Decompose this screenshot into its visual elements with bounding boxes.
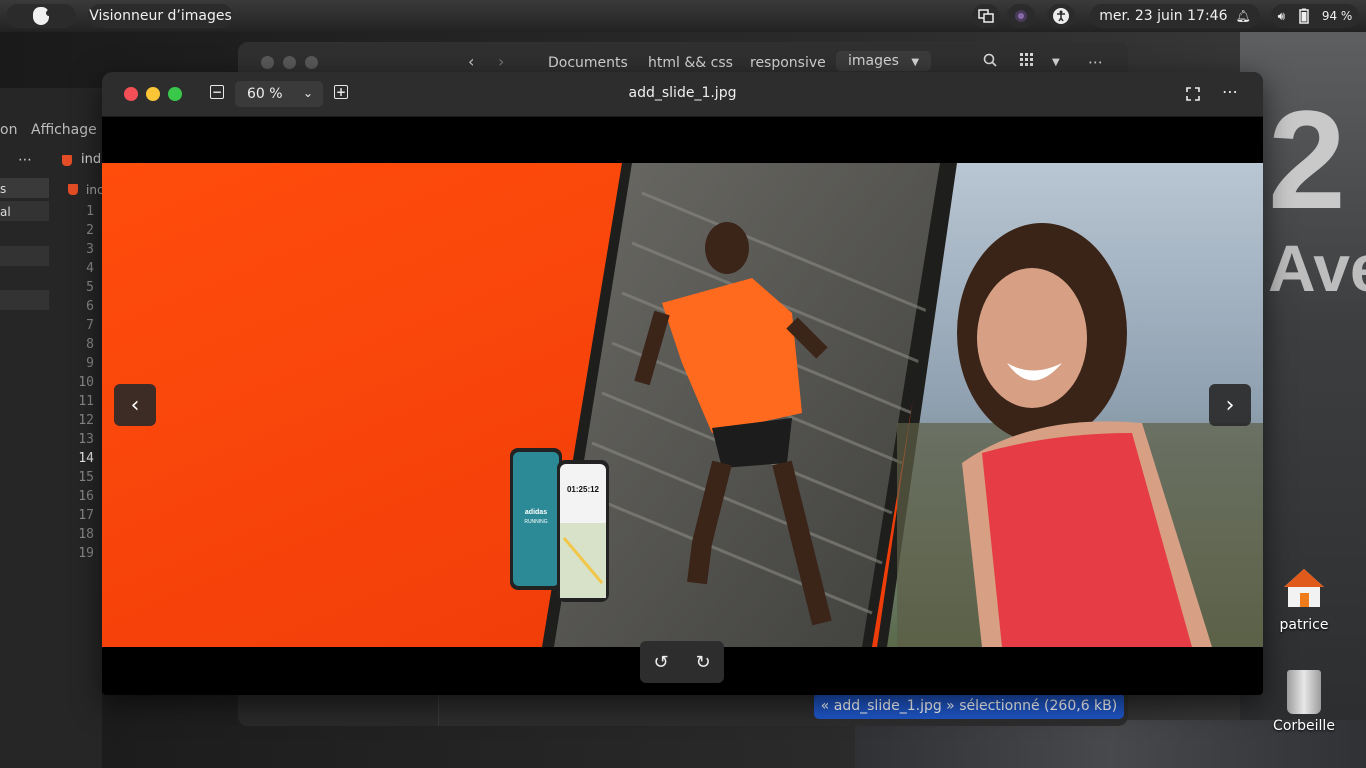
breadcrumb-documents[interactable]: Documents [548, 55, 628, 71]
line-number: 16 [78, 489, 94, 504]
battery-icon [1298, 8, 1309, 24]
line-number-current: 14 [78, 451, 94, 466]
sign-number: 2 [1268, 81, 1346, 238]
line-number: 4 [86, 261, 94, 276]
rotate-left-icon[interactable]: ↺ [653, 652, 668, 673]
line-number: 10 [78, 375, 94, 390]
home-icon [1284, 569, 1324, 607]
home-label: patrice [1279, 617, 1329, 633]
volume-icon: 🔊︎ [1277, 8, 1286, 23]
battery-percent: 94 % [1321, 9, 1353, 23]
editor-side-row-selected[interactable]: s [0, 178, 49, 198]
app-menu-button[interactable]: Visionneur d’images [88, 4, 233, 28]
editor-side-row-2: al [0, 205, 11, 219]
phone-sub-text: RUNNING [524, 519, 548, 525]
sign-text: Ave [1268, 231, 1366, 305]
line-number: 17 [78, 508, 94, 523]
line-number: 11 [78, 394, 94, 409]
line-number: 8 [86, 337, 94, 352]
line-number: 19 [78, 546, 94, 561]
breadcrumb-responsive[interactable]: responsive [750, 55, 826, 71]
breadcrumb-html-css[interactable]: html && css [648, 55, 733, 71]
phone-brand-text: adidas [524, 509, 548, 516]
bell-icon: 🔔︎ [1235, 9, 1251, 23]
screen-icon [978, 9, 994, 23]
clock-button[interactable]: mer. 23 juin 17:46 🔔︎ [1090, 4, 1260, 28]
line-number: 1 [86, 204, 94, 219]
search-icon[interactable] [983, 53, 997, 71]
editor-menu-affichage[interactable]: Affichage [31, 122, 97, 138]
text-editor-window: on Affichage ⋯ ind s al inc 1 2 3 4 5 6 … [0, 88, 104, 768]
editor-menu-partial[interactable]: on [0, 122, 17, 138]
trash-icon [1287, 670, 1321, 714]
view-options-chevron-icon[interactable]: ▼ [1052, 57, 1060, 68]
system-status-menu[interactable]: 🔊︎ 94 % [1271, 4, 1359, 28]
apple-icon [33, 7, 52, 25]
rotate-toolbar: ↺ ↻ [640, 641, 724, 683]
top-bar: Visionneur d’images mer. 23 juin 17:46 🔔… [0, 0, 1366, 32]
phone-time-text: 01:25:12 [566, 485, 600, 494]
html-file-icon [68, 184, 78, 195]
displayed-image: adidas RUNNING 01:25:12 [102, 163, 1263, 647]
home-folder-desktop-icon[interactable]: patrice [1264, 567, 1344, 633]
line-number: 2 [86, 223, 94, 238]
image-viewer-window: − 60 % ⌄ + add_slide_1.jpg ⋯ adidas RUNN… [102, 72, 1263, 695]
image-content [102, 163, 1263, 647]
editor-side-row-1: s [0, 182, 7, 196]
trash-desktop-icon[interactable]: Corbeille [1264, 670, 1344, 734]
viewer-menu-icon[interactable]: ⋯ [1222, 82, 1238, 101]
fm-close-button[interactable] [261, 56, 274, 69]
line-number: 3 [86, 242, 94, 257]
forward-icon[interactable]: › [498, 52, 504, 71]
editor-tab[interactable]: ind [81, 152, 101, 167]
html-file-icon [62, 155, 72, 166]
line-number: 6 [86, 299, 94, 314]
editor-file-name: inc [86, 183, 104, 197]
breadcrumb-images-label: images [848, 53, 899, 69]
viewer-header: − 60 % ⌄ + add_slide_1.jpg ⋯ [102, 72, 1263, 117]
rotate-right-icon[interactable]: ↻ [695, 652, 710, 673]
previous-image-button[interactable]: ‹ [114, 384, 156, 426]
breadcrumb-images[interactable]: images ▼ [836, 51, 932, 71]
back-icon[interactable]: ‹ [468, 52, 474, 71]
line-number: 18 [78, 527, 94, 542]
record-icon [1015, 10, 1027, 22]
line-number: 15 [78, 470, 94, 485]
clock-text: mer. 23 juin 17:46 [1099, 8, 1228, 24]
accessibility-button[interactable] [1047, 4, 1075, 28]
fullscreen-icon[interactable] [1186, 87, 1200, 101]
line-number: 13 [78, 432, 94, 447]
grid-view-icon[interactable] [1020, 53, 1034, 71]
line-number: 9 [86, 356, 94, 371]
editor-side-row-blank-2[interactable] [0, 290, 49, 310]
next-image-button[interactable]: › [1209, 384, 1251, 426]
chevron-down-icon: ▼ [911, 57, 920, 68]
fm-menu-icon[interactable]: ⋯ [1088, 53, 1103, 71]
activities-button[interactable] [6, 4, 76, 28]
record-indicator[interactable] [1007, 4, 1035, 28]
editor-more-icon[interactable]: ⋯ [18, 152, 32, 168]
fm-minimize-button[interactable] [283, 56, 296, 69]
window-title: add_slide_1.jpg [628, 85, 737, 101]
line-number: 12 [78, 413, 94, 428]
line-number: 5 [86, 280, 94, 295]
editor-side-row-blank[interactable] [0, 246, 49, 266]
trash-label: Corbeille [1273, 718, 1335, 734]
selection-status-badge: « add_slide_1.jpg » sélectionné (260,6 k… [814, 693, 1124, 719]
screen-indicator[interactable] [972, 4, 1000, 28]
line-number: 7 [86, 318, 94, 333]
accessibility-icon [1053, 8, 1069, 24]
editor-side-row[interactable]: al [0, 201, 49, 221]
fm-maximize-button[interactable] [305, 56, 318, 69]
line-numbers: 1 2 3 4 5 6 7 8 9 10 11 12 13 14 15 16 1… [70, 202, 94, 563]
